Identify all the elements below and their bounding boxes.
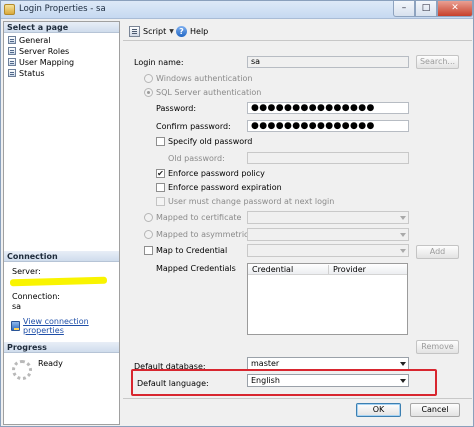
ok-button[interactable]: OK [356,403,401,417]
confirm-password-label: Confirm password: [156,122,231,131]
chevron-down-icon[interactable]: ▼ [169,28,174,35]
old-password-field[interactable] [247,152,409,164]
page-item-label: General [19,35,51,45]
page-icon [8,36,16,44]
close-button[interactable]: ✕ [437,1,473,17]
select-page-header: Select a page [4,22,119,33]
chevron-down-icon [400,233,406,237]
chevron-down-icon [400,379,406,383]
must-change-checkbox[interactable] [156,197,165,206]
chevron-down-icon [400,249,406,253]
remove-button[interactable]: Remove [416,340,459,354]
grid-column-provider[interactable]: Provider [333,265,366,274]
map-credential-label: Map to Credential [156,246,228,255]
sql-auth-label: SQL Server authentication [156,88,262,97]
default-language-select[interactable]: English [247,374,409,387]
page-item-server-roles[interactable]: Server Roles [8,46,69,56]
mapped-certificate-radio[interactable] [144,213,153,222]
old-password-label: Old password: [168,154,225,163]
page-item-label: Server Roles [19,46,70,56]
page-icon [8,47,16,55]
cancel-button[interactable]: Cancel [410,403,460,417]
grid-column-credential[interactable]: Credential [252,265,293,274]
connection-header: Connection [4,251,119,262]
grid-header: Credential Provider [248,264,407,275]
progress-spinner-icon [12,360,32,380]
chevron-down-icon [400,216,406,220]
enforce-policy-checkbox[interactable]: ✔ [156,169,165,178]
enforce-policy-label: Enforce password policy [168,169,265,178]
asym-key-select[interactable] [247,228,409,241]
default-language-label: Default language: [137,379,209,388]
enforce-expiration-checkbox[interactable] [156,183,165,192]
mapped-certificate-label: Mapped to certificate [156,213,242,222]
windows-auth-radio[interactable] [144,74,153,83]
confirm-password-field[interactable]: ●●●●●●●●●●●●●●● [247,120,409,132]
password-field[interactable]: ●●●●●●●●●●●●●●● [247,102,409,114]
page-item-general[interactable]: General [8,35,51,45]
default-language-value: English [251,376,280,385]
credential-select[interactable] [247,244,409,257]
password-label: Password: [156,104,197,113]
page-item-label: User Mapping [19,57,75,67]
specify-old-password-checkbox[interactable] [156,137,165,146]
login-name-label: Login name: [134,58,184,67]
minimize-button[interactable]: – [393,1,415,17]
script-button[interactable]: Script ▼ [129,26,174,37]
window-app-icon [4,4,15,15]
server-label: Server: [12,267,41,276]
column-divider[interactable] [328,265,329,274]
mapped-asym-key-radio[interactable] [144,230,153,239]
page-item-label: Status [19,68,45,78]
progress-status: Ready [38,359,63,368]
page-icon [8,58,16,66]
map-credential-checkbox[interactable] [144,246,153,255]
default-database-value: master [251,359,280,368]
connection-properties-icon [11,321,21,331]
page-item-status[interactable]: Status [8,68,45,78]
mapped-credentials-grid[interactable]: Credential Provider [247,263,408,335]
must-change-label: User must change password at next login [168,197,335,206]
page-item-user-mapping[interactable]: User Mapping [8,57,74,67]
redaction-highlight [9,276,108,287]
add-button[interactable]: Add [416,245,459,259]
left-pane: Select a page General Server Roles User … [3,21,120,425]
help-label: Help [190,27,209,36]
help-button[interactable]: ? Help [176,26,208,37]
windows-auth-label: Windows authentication [156,74,253,83]
title-bar[interactable]: Login Properties - sa – □ ✕ [1,1,473,19]
sql-auth-radio[interactable] [144,88,153,97]
login-name-field[interactable]: sa [247,56,409,68]
connection-label: Connection: [12,292,60,301]
script-label: Script [143,27,167,36]
certificate-select[interactable] [247,211,409,224]
page-icon [8,69,16,77]
toolbar: Script ▼ ? Help [123,23,472,41]
window-controls: – □ ✕ [393,1,473,17]
mapped-credentials-label: Mapped Credentials [156,264,236,273]
bottom-separator [123,398,472,399]
chevron-down-icon [400,362,406,366]
script-icon [129,26,140,37]
progress-header: Progress [4,342,119,353]
login-properties-window: Login Properties - sa – □ ✕ Select a pag… [0,0,474,427]
view-connection-link[interactable]: View connection properties [23,317,119,335]
window-title: Login Properties - sa [19,4,106,14]
view-connection-properties[interactable]: View connection properties [11,317,119,335]
specify-old-password-label: Specify old password [168,137,253,146]
enforce-expiration-label: Enforce password expiration [168,183,282,192]
connection-value: sa [12,302,22,311]
maximize-button[interactable]: □ [415,1,437,17]
search-button[interactable]: Search... [416,55,459,69]
help-icon: ? [176,26,187,37]
